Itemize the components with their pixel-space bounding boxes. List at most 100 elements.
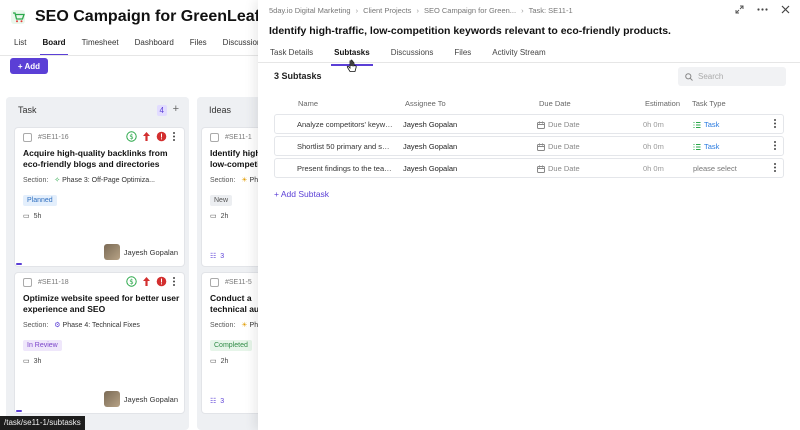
priority-arrow-icon	[143, 132, 150, 141]
subtask-name[interactable]: Shortlist 50 primary and secondary keywo…	[297, 142, 393, 151]
search-input[interactable]	[698, 72, 778, 81]
subtask-due-date: Due Date	[548, 120, 580, 129]
avatar	[103, 244, 120, 260]
card-id: #SE11-1	[225, 134, 252, 141]
subtask-estimation[interactable]: 0h 0m	[643, 142, 664, 151]
status-badge: Completed	[210, 340, 252, 351]
section-label: Section:	[23, 176, 49, 184]
column-title: Ideas	[209, 105, 232, 115]
breadcrumb-separator: ›	[355, 6, 359, 15]
breadcrumb-separator: ›	[416, 6, 419, 15]
subtask-assignee[interactable]: Jayesh Gopalan	[403, 142, 457, 151]
breadcrumb-item[interactable]: Client Projects	[363, 6, 411, 15]
section-icon: ⚙	[54, 322, 63, 329]
subtask-row[interactable]: Shortlist 50 primary and secondary keywo…	[274, 136, 784, 156]
tab-dashboard[interactable]: Dashboard	[135, 34, 174, 52]
subtask-assignee[interactable]: Jayesh Gopalan	[403, 164, 457, 173]
subtask-table-header: Name Assignee To Due Date Estimation Tas…	[274, 99, 784, 111]
progress-bar	[16, 263, 22, 265]
tab-activity-stream[interactable]: Activity Stream	[492, 46, 545, 62]
section-value: Ph	[249, 177, 259, 184]
tab-task-details[interactable]: Task Details	[270, 46, 313, 62]
tab-board[interactable]: Board	[40, 34, 68, 56]
more-vertical-icon[interactable]	[172, 276, 176, 287]
section-icon: ☀	[241, 177, 250, 184]
search-box[interactable]	[678, 67, 786, 86]
task-detail-panel: 5day.io Digital Marketing › Client Proje…	[258, 0, 800, 430]
column-add-icon[interactable]: +	[173, 103, 179, 115]
card-checkbox[interactable]	[210, 133, 219, 142]
card-checkbox[interactable]	[23, 133, 32, 142]
add-subtask-button[interactable]: + Add Subtask	[274, 189, 329, 199]
subtask-estimation[interactable]: 0h 0m	[643, 120, 664, 129]
column-header-name: Name	[298, 99, 319, 108]
tabs-divider	[258, 62, 800, 63]
calendar-icon: ▭	[23, 358, 30, 365]
status-bar-url: /task/se11-1/subtasks	[0, 416, 85, 430]
add-button[interactable]: + Add	[10, 58, 48, 74]
row-more-icon[interactable]	[773, 118, 777, 129]
expand-icon[interactable]	[735, 5, 744, 14]
calendar-icon	[537, 143, 545, 151]
card-checkbox[interactable]	[23, 278, 32, 287]
search-icon	[685, 72, 693, 81]
status-badge: New	[210, 195, 233, 206]
column-title: Task	[18, 105, 37, 115]
card-id: #SE11-18	[38, 279, 69, 286]
calendar-icon: ▭	[23, 213, 30, 220]
subtask-count: 3	[220, 252, 225, 260]
priority-arrow-icon	[143, 277, 150, 286]
column-header-estimation: Estimation	[645, 99, 681, 108]
progress-bar	[16, 410, 22, 412]
more-vertical-icon[interactable]	[172, 131, 176, 142]
view-tabs: List Board Timesheet Dashboard Files Dis…	[0, 34, 267, 56]
tab-files[interactable]: Files	[190, 34, 207, 52]
subtask-estimation[interactable]: 0h 0m	[643, 164, 664, 173]
breadcrumb-item[interactable]: Task: SE11-1	[529, 6, 573, 15]
tab-list[interactable]: List	[14, 34, 26, 52]
section-value: Phase 3: Off-Page Optimiza...	[62, 177, 155, 184]
breadcrumb-item[interactable]: SEO Campaign for Green...	[424, 6, 516, 15]
more-horizontal-icon[interactable]	[757, 8, 768, 11]
subtask-assignee[interactable]: Jayesh Gopalan	[403, 120, 457, 129]
subtask-name[interactable]: Present findings to the team for approva…	[297, 164, 393, 173]
subtask-due-date: Due Date	[548, 142, 580, 151]
section-label: Section:	[210, 176, 236, 184]
task-card[interactable]: #SE11-16 $ Acquire high-quality backlink…	[14, 127, 185, 267]
card-title: Optimize website speed for better user e…	[23, 293, 180, 314]
alert-icon	[156, 131, 167, 142]
alert-icon	[156, 276, 167, 287]
breadcrumb-item[interactable]: 5day.io Digital Marketing	[269, 6, 351, 15]
status-badge: Planned	[23, 195, 57, 206]
close-icon[interactable]	[781, 5, 790, 14]
subtasks-icon: ☷	[210, 253, 217, 260]
section-label: Section:	[23, 321, 49, 329]
subtask-row[interactable]: Analyze competitors' keywords Jayesh Gop…	[274, 114, 784, 134]
calendar-icon	[537, 121, 545, 129]
card-estimate: 5h	[33, 212, 42, 220]
tab-files[interactable]: Files	[454, 46, 471, 62]
card-estimate: 2h	[220, 212, 229, 220]
task-card[interactable]: #SE11-18 $ Optimize website speed for be…	[14, 272, 185, 414]
subtask-count-heading: 3 Subtasks	[274, 71, 322, 81]
card-checkbox[interactable]	[210, 278, 219, 287]
section-value: Phase 4: Technical Fixes	[62, 322, 140, 329]
subtask-name[interactable]: Analyze competitors' keywords	[297, 120, 393, 129]
calendar-icon: ▭	[210, 213, 217, 220]
billable-dollar-icon: $	[126, 276, 137, 287]
card-estimate: 2h	[220, 357, 229, 365]
tab-discussions[interactable]: Discussions	[391, 46, 434, 62]
row-more-icon[interactable]	[773, 140, 777, 151]
card-id: #SE11-5	[225, 279, 252, 286]
tab-timesheet[interactable]: Timesheet	[82, 34, 119, 52]
mouse-cursor-icon	[346, 59, 357, 72]
section-value: Ph	[249, 322, 259, 329]
column-header: Task 4 +	[6, 97, 189, 123]
subtask-row[interactable]: Present findings to the team for approva…	[274, 158, 784, 178]
svg-text:$: $	[129, 133, 133, 141]
task-type-icon	[693, 143, 701, 150]
calendar-icon: ▭	[210, 358, 217, 365]
subtasks-icon: ☷	[210, 398, 217, 405]
row-more-icon[interactable]	[773, 162, 777, 173]
column-count-badge: 4	[156, 105, 167, 116]
